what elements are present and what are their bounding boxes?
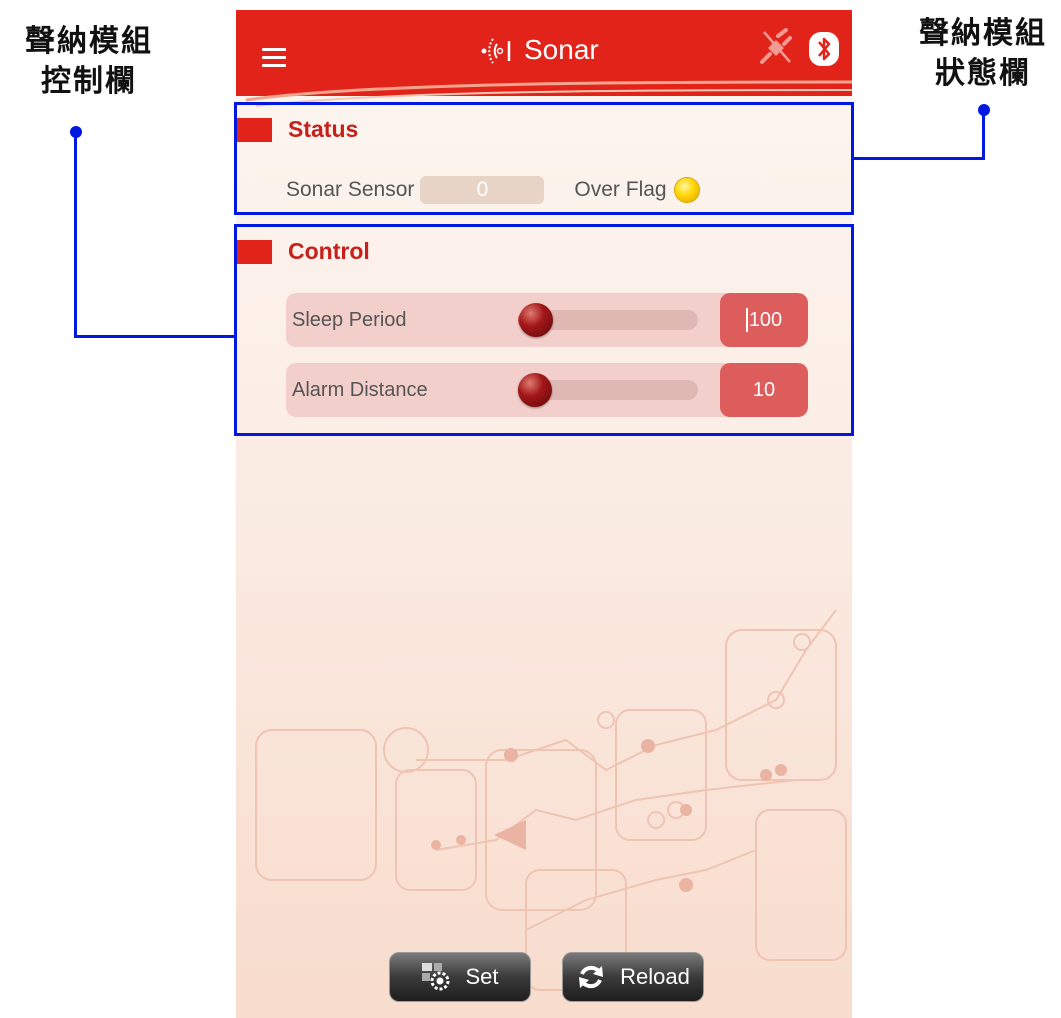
- app-title: Sonar: [524, 34, 599, 65]
- bluetooth-icon[interactable]: [809, 32, 839, 66]
- status-panel-annotation: 聲納模組 狀態欄: [898, 14, 1061, 94]
- settings-gear-icon: [422, 963, 450, 991]
- left-connector-vertical: [74, 132, 77, 338]
- control-panel-annotation: 聲納模組 控制欄: [4, 22, 174, 102]
- set-button-label: Set: [465, 964, 499, 989]
- hamburger-menu-icon[interactable]: [262, 48, 286, 70]
- reload-button[interactable]: Reload: [562, 952, 704, 1002]
- sonar-icon: [481, 38, 511, 64]
- right-connector-horizontal: [852, 157, 985, 160]
- reload-icon: [579, 965, 604, 989]
- app-title-group: Sonar: [480, 30, 599, 70]
- reload-button-label: Reload: [620, 964, 690, 989]
- right-connector-vertical: [982, 110, 985, 160]
- annotation-right-line1: 聲納模組: [919, 16, 1047, 51]
- annotation-right-line2: 狀態欄: [935, 56, 1031, 91]
- circuit-background-decoration: [255, 609, 847, 991]
- left-connector-horizontal: [74, 335, 236, 338]
- disconnected-plug-icon[interactable]: [758, 28, 792, 66]
- control-panel-highlight-frame: [234, 224, 854, 436]
- annotation-left-line1: 聲納模組: [25, 24, 153, 59]
- annotation-left-line2: 控制欄: [41, 64, 137, 99]
- set-button[interactable]: Set: [389, 952, 531, 1002]
- status-panel-highlight-frame: [234, 102, 854, 215]
